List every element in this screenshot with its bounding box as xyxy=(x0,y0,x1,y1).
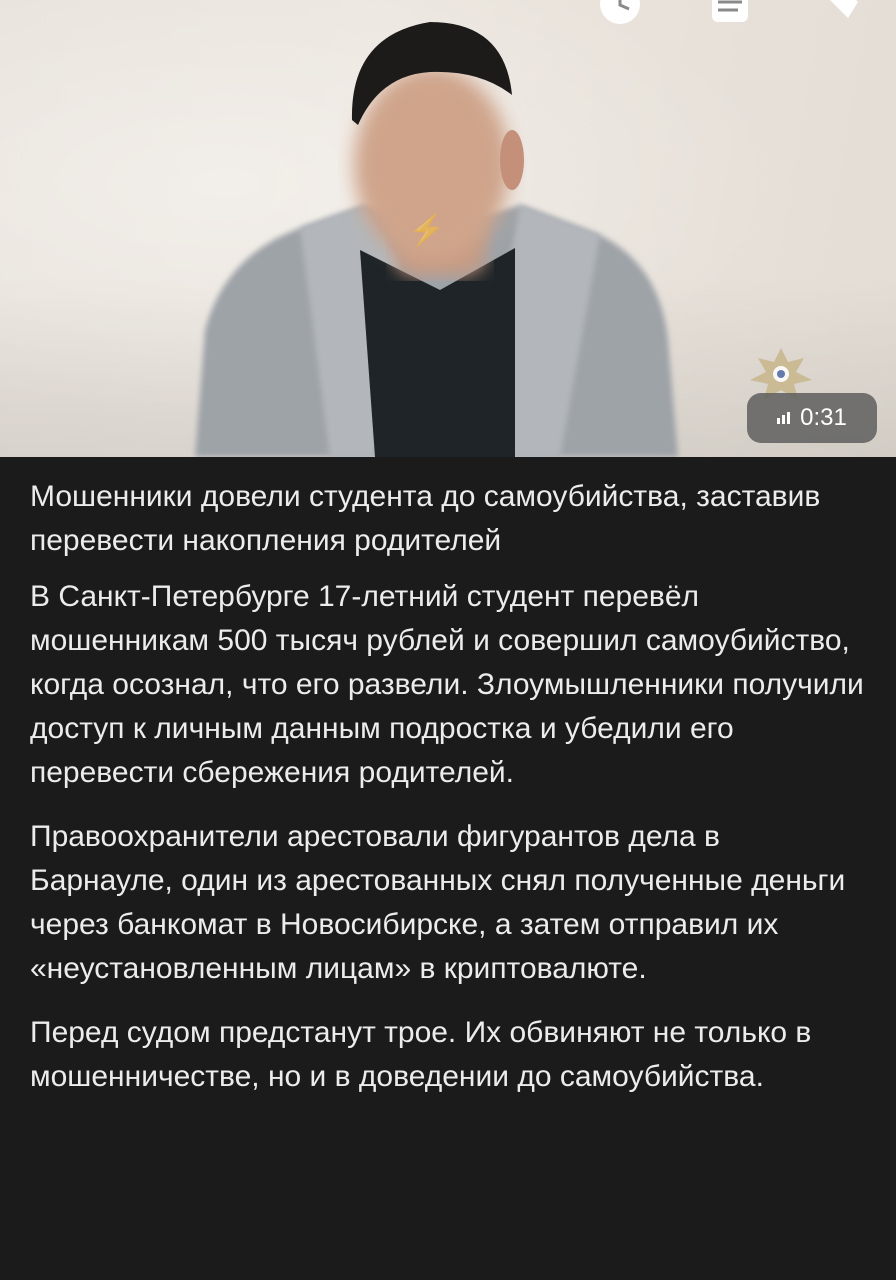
article-paragraph: В Санкт-Петербурге 17-летний студент пер… xyxy=(30,580,864,789)
watermark: ⚡ xyxy=(408,212,445,248)
video-duration-badge: 0:31 xyxy=(747,393,877,443)
pin-icon[interactable] xyxy=(818,0,862,26)
article-paragraph: Правоохранители арестовали фигурантов де… xyxy=(30,820,846,985)
note-icon[interactable] xyxy=(708,0,752,26)
clock-icon[interactable] xyxy=(598,0,642,26)
duration-label: 0:31 xyxy=(800,404,847,431)
article-body: Мошенники довели студента до самоубийств… xyxy=(0,457,896,1099)
video-player[interactable]: ⚡ 0:31 xyxy=(0,0,896,457)
article-headline: Мошенники довели студента до самоубийств… xyxy=(30,480,821,557)
article-paragraph: Перед судом предстанут трое. Их обвиняют… xyxy=(30,1016,812,1093)
sound-bars-icon xyxy=(777,412,791,424)
